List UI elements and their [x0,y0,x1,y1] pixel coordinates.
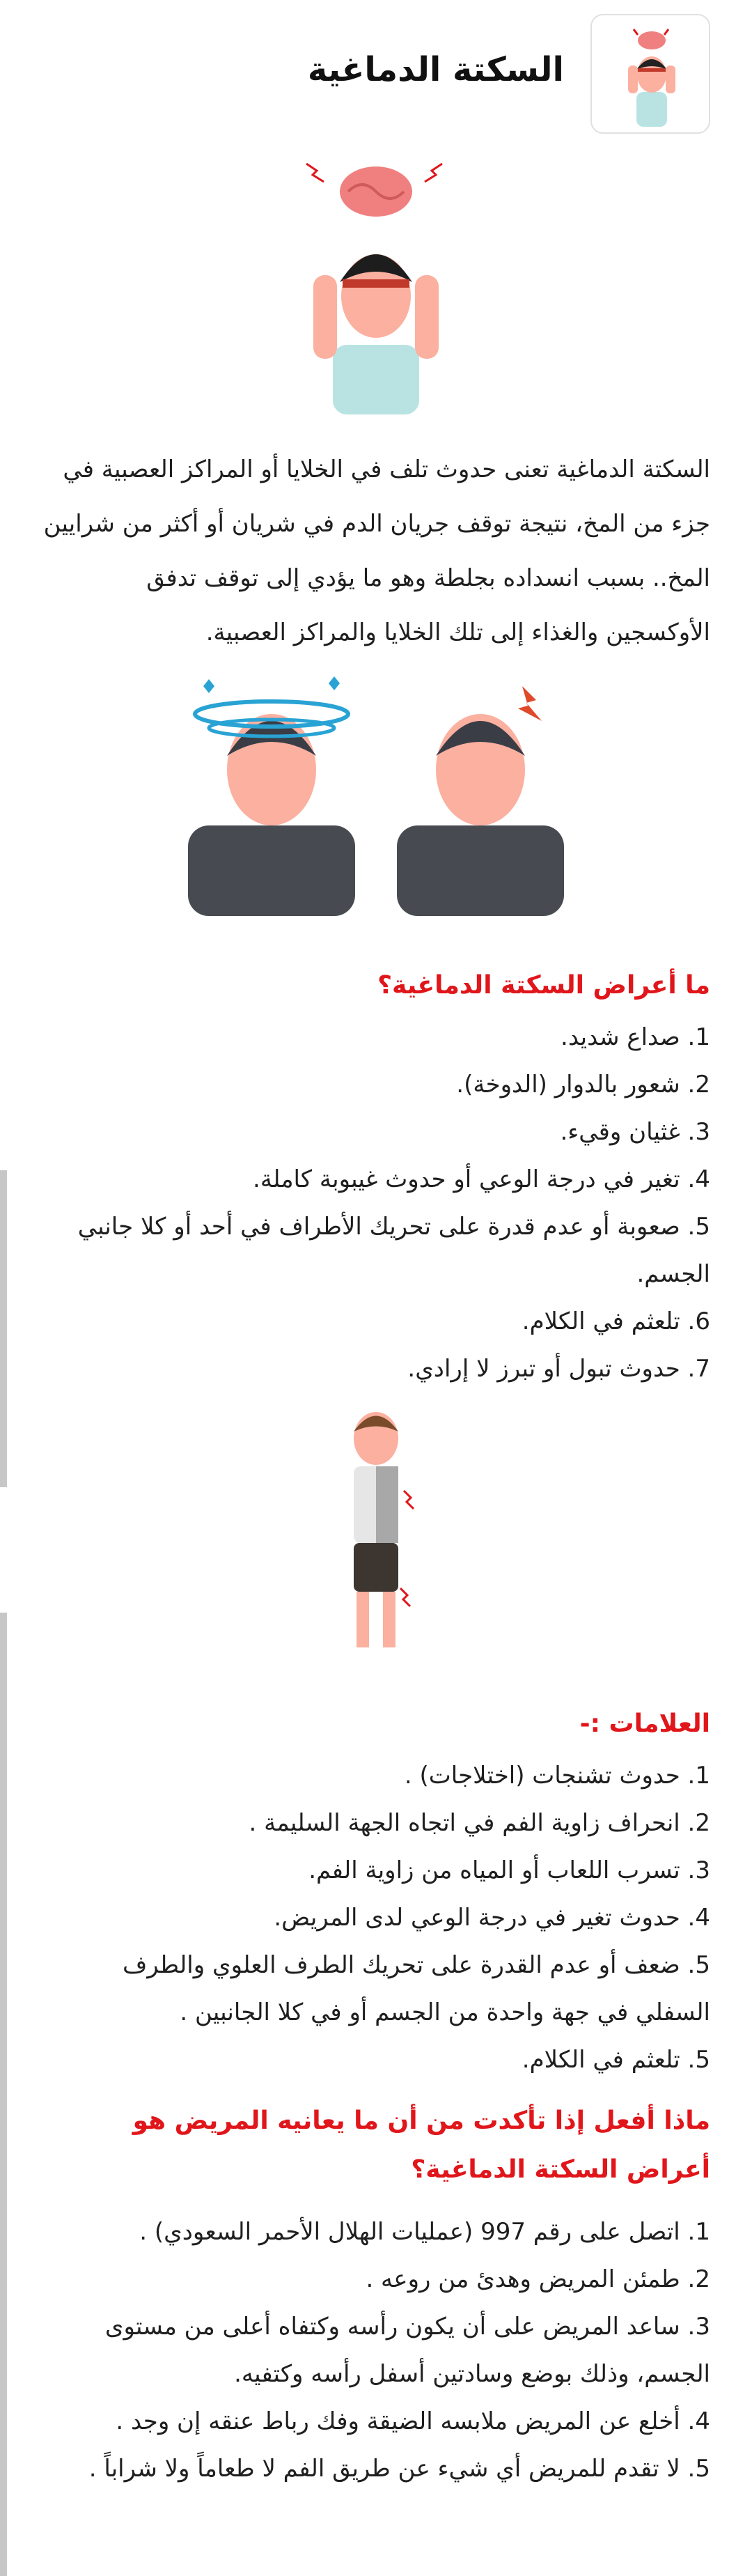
list-item: 5. صعوبة أو عدم قدرة على تحريك الأطراف ف… [77,1213,710,1288]
symptoms-list: 1. صداع شديد. 2. شعور بالدوار (الدوخة). … [42,1014,710,1392]
list-item: 7. حدوث تبول أو تبرز لا إرادي. [407,1355,710,1383]
list-item: 1. حدوث تشنجات (اختلاجات) . [404,1762,710,1790]
signs-title: العلامات :- [579,1709,710,1738]
list-item: 4. أخلع عن المريض ملابسه الضيقة وفك رباط… [116,2407,710,2435]
symptoms-title: ما أعراض السكتة الدماغية؟ [377,971,710,1000]
action-title: ماذا أفعل إذا تأكدت من أن ما يعانيه المر… [132,2106,710,2184]
page-title: السكتة الدماغية [307,50,564,89]
dizziness-and-headache-illustration [188,676,564,916]
scrollbar-track-1[interactable] [0,1170,7,1487]
article-thumbnail[interactable] [590,14,710,134]
headache-thumbnail-icon [628,29,675,127]
lightning-icon [518,686,542,721]
list-item: 1. صداع شديد. [561,1023,710,1051]
list-item: 2. طمئن المريض وهدئ من روعه . [366,2265,710,2293]
scrollbar-track-2[interactable] [0,1613,7,2576]
page-header: السكتة الدماغية [42,14,710,136]
action-list: 1. اتصل على رقم 997 (عمليات الهلال الأحم… [42,2208,710,2492]
list-item: 5. ضعف أو عدم القدرة على تحريك الطرف الع… [123,1951,710,2026]
list-item: 6. تلعثم في الكلام. [522,1308,710,1335]
list-item: 3. تسرب اللعاب أو المياه من زاوية الفم. [308,1856,710,1884]
list-item: 4. تغير في درجة الوعي أو حدوث غيبوبة كام… [253,1165,710,1193]
list-item: 5. تلعثم في الكلام. [522,2046,710,2074]
list-item: 4. حدوث تغير في درجة الوعي لدى المريض. [274,1904,710,1932]
dizzy-person-icon [188,676,355,916]
list-item: 2. انحراف زاوية الفم في اتجاه الجهة السل… [249,1809,710,1837]
list-item: 3. ساعد المريض على أن يكون رأسه وكتفاه أ… [104,2313,710,2388]
headache-person-illustration [306,162,443,414]
list-item: 3. غثيان وقيء. [560,1118,711,1146]
intro-paragraph: السكتة الدماغية تعنى حدوث تلف في الخلايا… [43,456,710,646]
list-item: 2. شعور بالدوار (الدوخة). [456,1071,710,1099]
list-item: 5. لا تقدم للمريض أي شيء عن طريق الفم لا… [88,2455,710,2483]
list-item: 1. اتصل على رقم 997 (عمليات الهلال الأحم… [139,2218,710,2246]
headache-person-icon [397,686,564,916]
signs-list: 1. حدوث تشنجات (اختلاجات) . 2. انحراف زا… [42,1752,710,2084]
stroke-patient-illustration [354,1412,415,1647]
